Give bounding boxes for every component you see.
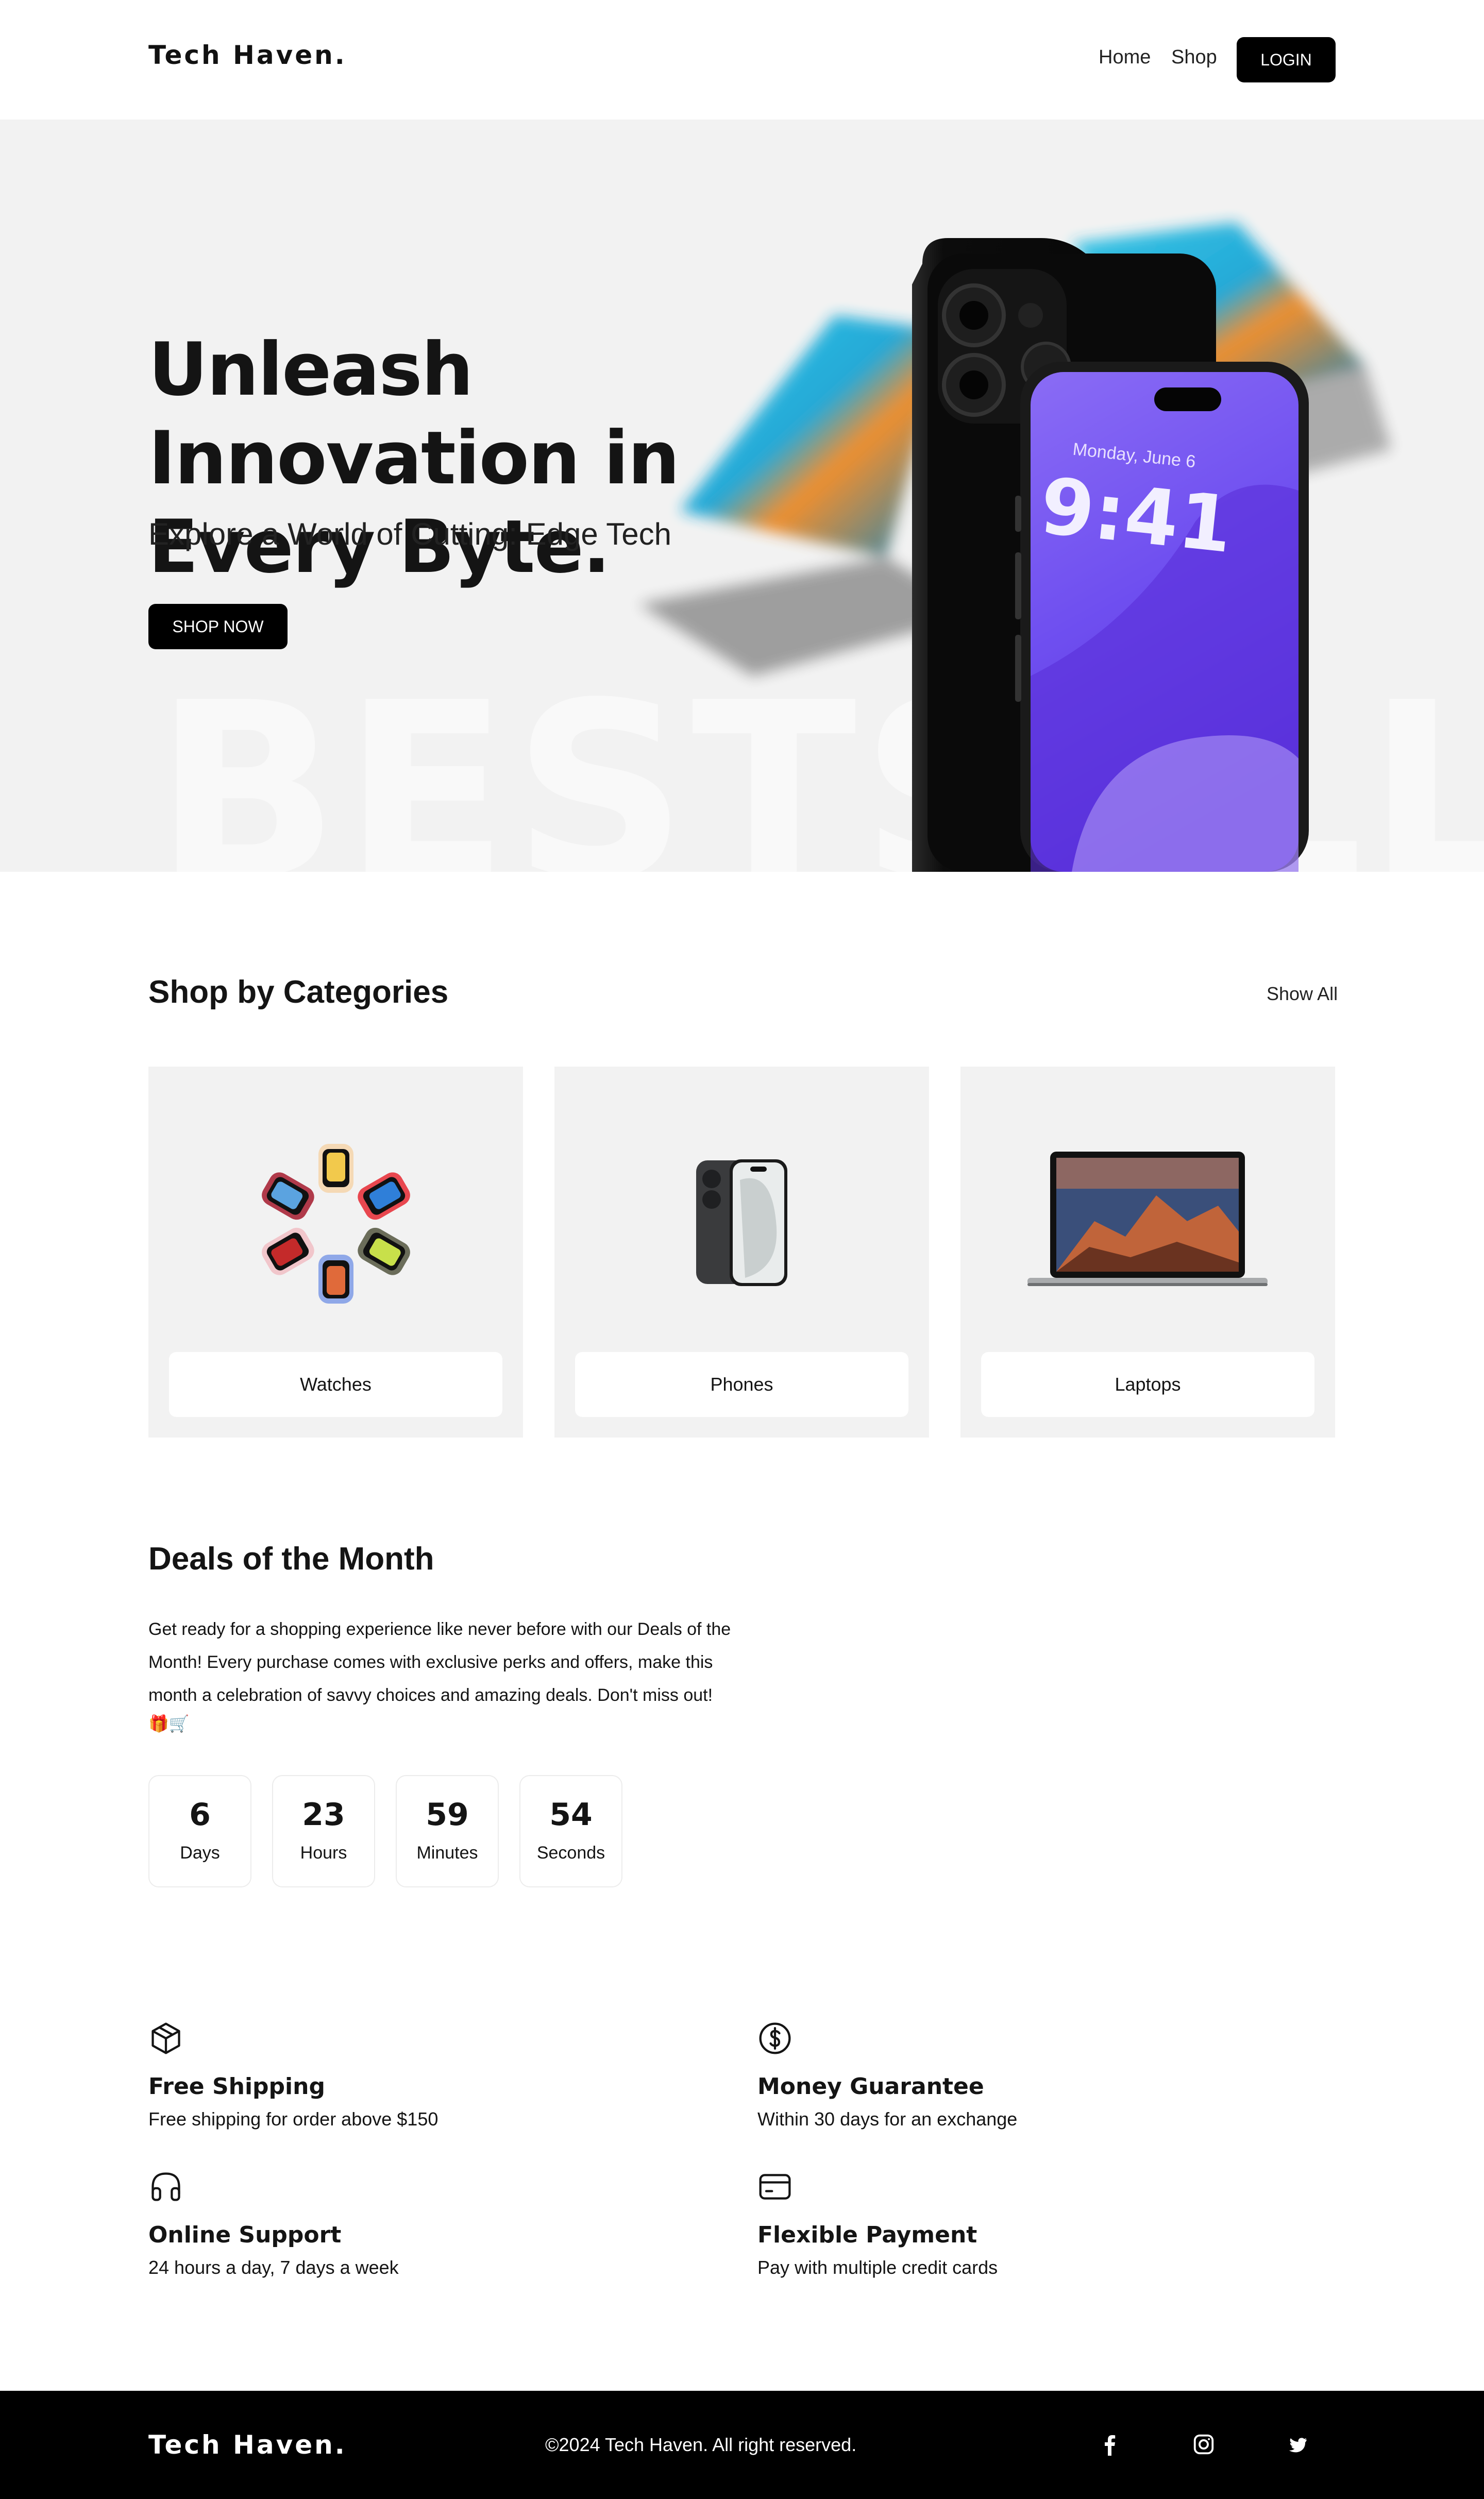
feature-description: 24 hours a day, 7 days a week [148,2257,399,2278]
countdown-hours: 23 Hours [272,1775,375,1887]
countdown-days: 6 Days [148,1775,251,1887]
shop-now-button[interactable]: SHOP NOW [148,604,288,649]
instagram-icon[interactable] [1189,2430,1218,2459]
hero-subtitle: Explore a World of Cutting: Edge Tech [148,517,672,551]
nav-shop-link[interactable]: Shop [1171,46,1217,69]
show-all-link[interactable]: Show All [1267,983,1338,1005]
twitter-icon[interactable] [1283,2430,1312,2459]
feature-description: Pay with multiple credit cards [757,2257,998,2278]
countdown-days-unit: Days [180,1843,220,1863]
package-icon [151,2022,180,2054]
feature-title: Free Shipping [148,2073,325,2100]
category-label-phones[interactable]: Phones [575,1352,908,1417]
credit-card-icon [759,2174,791,2200]
deals-description: Get ready for a shopping experience like… [148,1619,731,1705]
feature-description: Within 30 days for an exchange [757,2108,1018,2130]
countdown-hours-value: 23 [302,1797,345,1833]
countdown-seconds-value: 54 [549,1797,593,1833]
site-logo[interactable]: Tech Haven. [148,40,347,70]
category-card-watches[interactable]: Watches [148,1067,523,1438]
login-button[interactable]: LOGIN [1237,37,1336,82]
feature-description: Free shipping for order above $150 [148,2108,439,2130]
footer-logo[interactable]: Tech Haven. [148,2430,347,2460]
countdown-hours-unit: Hours [300,1843,347,1863]
feature-title: Flexible Payment [757,2222,977,2248]
category-label-laptops[interactable]: Laptops [981,1352,1314,1417]
category-label-watches[interactable]: Watches [169,1352,502,1417]
nav-home-link[interactable]: Home [1099,46,1151,69]
phones-image [696,1159,787,1286]
countdown-minutes: 59 Minutes [396,1775,499,1887]
watches-image [262,1144,410,1304]
facebook-icon[interactable] [1095,2430,1124,2459]
countdown-minutes-unit: Minutes [416,1843,478,1863]
feature-title: Money Guarantee [757,2073,984,2100]
feature-title: Online Support [148,2222,342,2248]
hero-section: BESTSELLER [0,120,1484,872]
categories-title: Shop by Categories [148,974,449,1010]
dollar-circle-icon [759,2022,791,2054]
headphones-icon [151,2172,180,2201]
category-card-phones[interactable]: Phones [554,1067,929,1438]
countdown-seconds: 54 Seconds [519,1775,622,1887]
site-footer: Tech Haven. ©2024 Tech Haven. All right … [0,2391,1484,2499]
deals-title: Deals of the Month [148,1541,434,1577]
deals-emoji: 🎁🛒 [148,1714,190,1733]
countdown-minutes-value: 59 [426,1797,469,1833]
countdown-seconds-unit: Seconds [536,1843,605,1863]
site-header: Tech Haven. Home Shop LOGIN [0,0,1484,120]
category-card-laptops[interactable]: Laptops [960,1067,1335,1438]
laptops-image [1027,1152,1268,1286]
countdown-days-value: 6 [189,1797,211,1833]
copyright-text: ©2024 Tech Haven. All right reserved. [545,2434,857,2455]
